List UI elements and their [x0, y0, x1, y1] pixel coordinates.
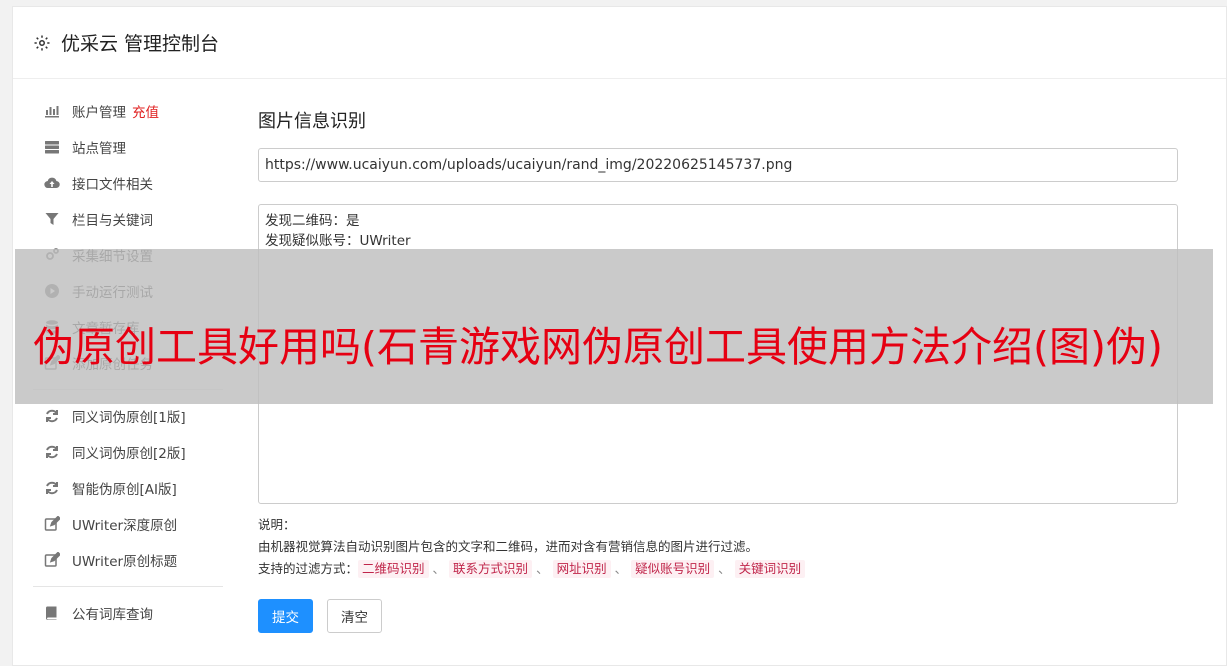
sidebar-item[interactable]: 智能伪原创[AI版] [33, 470, 223, 506]
edit-icon [43, 515, 61, 533]
image-url-input[interactable] [258, 148, 1178, 182]
sidebar-item-label: 同义词伪原创[2版] [72, 446, 186, 462]
recharge-link[interactable]: 充值 [132, 101, 159, 121]
refresh-icon [43, 407, 61, 425]
console-title: 优采云 管理控制台 [61, 33, 220, 55]
page-title: 图片信息识别 [258, 111, 366, 132]
notes-label: 说明： [258, 517, 296, 532]
gear-icon [34, 35, 50, 50]
sidebar-item[interactable]: 栏目与关键词 [33, 201, 223, 237]
sidebar-group-lexicon: 公有词库查询 [33, 595, 223, 631]
result-line: 发现疑似账号：UWriter [265, 233, 411, 249]
sidebar-item[interactable]: 接口文件相关 [33, 165, 223, 201]
submit-button[interactable]: 提交 [258, 599, 313, 633]
refresh-icon [43, 443, 61, 461]
clear-button[interactable]: 清空 [327, 599, 382, 633]
filters-line: 支持的过滤方式： 二维码识别、联系方式识别、网址识别、疑似账号识别、关键词识别 [258, 558, 1178, 580]
filter-tag: 关键词识别 [734, 560, 806, 578]
filter-separator: 、 [718, 561, 731, 576]
sidebar-item[interactable]: 站点管理 [33, 129, 223, 165]
refresh-icon [43, 479, 61, 497]
overlay-headline: 伪原创工具好用吗(石青游戏网伪原创工具使用方法介绍(图)伪) [33, 323, 1163, 371]
sidebar-item-label: 接口文件相关 [72, 177, 153, 193]
sidebar-item-label: 账户管理 [72, 105, 126, 121]
filter-tag: 网址识别 [552, 560, 611, 578]
notes-description: 由机器视觉算法自动识别图片包含的文字和二维码，进而对含有营销信息的图片进行过滤。 [258, 539, 759, 554]
sidebar-item-label: 栏目与关键词 [72, 213, 153, 229]
notes: 说明： 由机器视觉算法自动识别图片包含的文字和二维码，进而对含有营销信息的图片进… [258, 514, 1178, 580]
server-icon [43, 138, 61, 156]
filters-list: 二维码识别、联系方式识别、网址识别、疑似账号识别、关键词识别 [358, 560, 806, 578]
filter-separator: 、 [432, 561, 446, 576]
action-buttons: 提交 清空 [258, 599, 1178, 633]
filters-label: 支持的过滤方式： [258, 561, 359, 576]
cloud-upload-icon [43, 174, 61, 192]
filter-separator: 、 [536, 561, 549, 576]
sidebar-item-label: 同义词伪原创[1版] [72, 410, 186, 426]
filter-icon [43, 210, 61, 228]
book-icon [43, 604, 61, 622]
filter-tag: 联系方式识别 [449, 560, 533, 578]
filter-separator: 、 [614, 561, 628, 576]
sidebar-item-label: 智能伪原创[AI版] [72, 482, 177, 498]
sidebar-item[interactable]: UWriter原创标题 [33, 542, 223, 578]
bar-chart-icon [43, 102, 61, 120]
sidebar-item-label: UWriter原创标题 [72, 554, 178, 570]
sidebar-item[interactable]: 账户管理 充值 [33, 93, 223, 129]
sidebar-group-rewrite: 同义词伪原创[1版] 同义词伪原创[2版] 智能伪原创[AI版] UWriter深度原… [33, 398, 223, 578]
sidebar-item-label: 公有词库查询 [72, 607, 153, 623]
filter-tag: 疑似账号识别 [631, 560, 715, 578]
filter-tag: 二维码识别 [358, 560, 429, 578]
sidebar-divider [33, 586, 223, 587]
sidebar-item-label: 站点管理 [72, 141, 126, 157]
sidebar-item[interactable]: 公有词库查询 [33, 595, 223, 631]
sidebar-item-label: UWriter深度原创 [72, 518, 178, 534]
sidebar-item[interactable]: UWriter深度原创 [33, 506, 223, 542]
result-line: 发现二维码：是 [265, 213, 360, 229]
sidebar-item[interactable]: 同义词伪原创[2版] [33, 434, 223, 470]
console-header: 优采云 管理控制台 [13, 7, 1226, 79]
edit-icon [43, 551, 61, 569]
